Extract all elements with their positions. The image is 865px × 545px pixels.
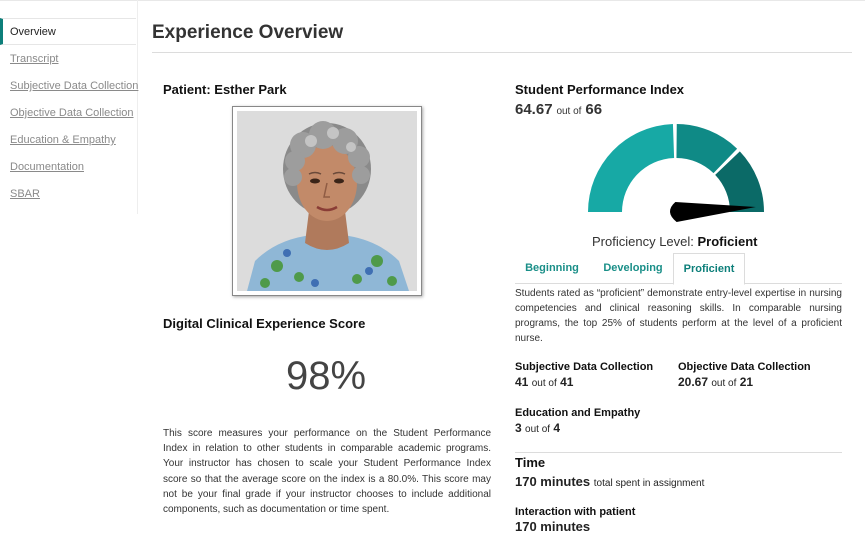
metric-objective-out-of: out of [711,378,737,389]
metric-subjective-out-of: out of [531,378,557,389]
dce-score-label: Digital Clinical Experience Score [163,316,366,331]
sidebar-item-objective-data-collection[interactable]: Objective Data Collection [0,100,136,127]
time-total-suffix: total spent in assignment [593,478,705,489]
metric-objective-label: Objective Data Collection [678,361,811,373]
spi-score-value: 64.67 [515,101,553,118]
time-total-value: 170 minutes [515,474,591,489]
metric-education-value: 3 out of 4 [515,421,640,435]
performance-gauge [588,124,764,222]
page-title: Experience Overview [152,22,344,43]
dce-score-value: 98% [285,354,367,398]
spi-score: 64.67 out of 66 [515,101,602,118]
patient-name: Patient: Esther Park [163,82,287,97]
sidebar-item-overview[interactable]: Overview [0,18,136,45]
metric-objective-score: 20.67 [678,375,709,389]
metric-objective-max: 21 [739,375,754,389]
spi-title: Student Performance Index [515,82,685,97]
proficiency-level: Proficiency Level: Proficient [592,234,757,249]
tab-developing[interactable]: Developing [593,253,673,283]
interaction-value: 170 minutes [515,519,591,534]
sidebar-item-subjective-data-collection[interactable]: Subjective Data Collection [0,73,138,100]
patient-portrait [232,106,422,296]
sidebar-item-education-empathy[interactable]: Education & Empathy [0,127,136,154]
proficiency-tabs: Beginning Developing Proficient [515,253,842,285]
metric-education-score: 3 [515,421,522,435]
tab-beginning[interactable]: Beginning [515,253,589,283]
time-divider [515,452,842,453]
metric-objective-value: 20.67 out of 21 [678,375,811,389]
metric-education-max: 4 [553,421,561,435]
metric-education-out-of: out of [525,424,551,435]
metric-education: Education and Empathy 3 out of 4 [515,407,640,435]
spi-score-max: 66 [585,101,603,118]
sidebar-nav: Overview Transcript Subjective Data Coll… [0,0,138,214]
proficiency-level-value: Proficient [697,234,758,249]
sidebar-item-documentation[interactable]: Documentation [0,154,136,181]
metric-education-label: Education and Empathy [515,407,641,419]
metric-subjective-max: 41 [560,375,574,389]
interaction-label: Interaction with patient [515,506,636,518]
metric-subjective-score: 41 [515,375,529,389]
metric-subjective-value: 41 out of 41 [515,375,653,389]
time-title: Time [515,455,546,470]
sidebar-item-transcript[interactable]: Transcript [0,46,136,73]
time-total: 170 minutes total spent in assignment [515,474,704,489]
proficiency-level-label: Proficiency Level: [592,234,694,249]
sidebar-item-sbar[interactable]: SBAR [0,181,136,208]
metric-subjective-label: Subjective Data Collection [515,361,654,373]
metric-objective: Objective Data Collection 20.67 out of 2… [678,361,811,389]
metric-subjective: Subjective Data Collection 41 out of 41 [515,361,653,389]
patient-avatar [237,111,417,291]
tab-proficient[interactable]: Proficient [673,253,745,285]
title-divider [152,52,852,53]
dce-score-description: This score measures your performance on … [163,428,491,516]
gauge-segment-beginning [588,124,675,212]
spi-out-of-label: out of [556,106,582,117]
proficiency-description: Students rated as “proficient” demonstra… [515,288,842,344]
